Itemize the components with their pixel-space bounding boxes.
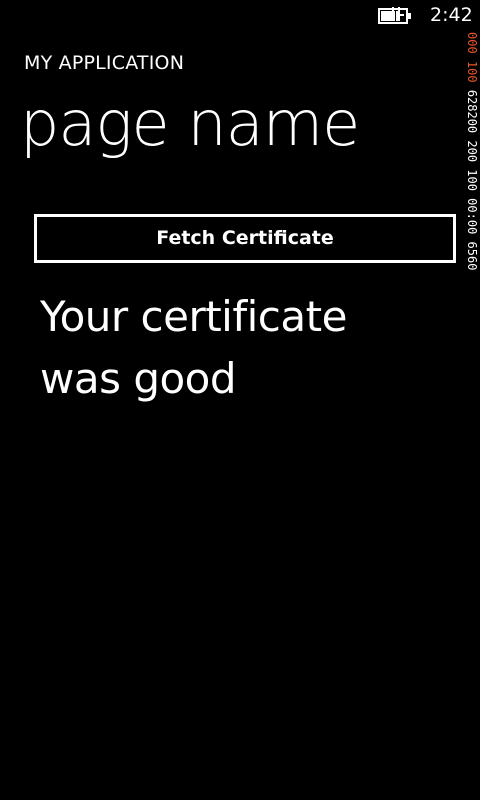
page-title: page name	[20, 87, 360, 160]
status-bar: 2:42	[0, 0, 480, 32]
status-clock: 2:42	[430, 4, 473, 26]
battery-charging-icon	[378, 7, 411, 24]
memory-counter-hot: 000 100	[465, 32, 479, 83]
app-title: MY APPLICATION	[24, 52, 185, 74]
memory-counter-strip: 000 100 628200 200 100 00:00 6560	[464, 32, 480, 392]
memory-counter-values: 628200 200 100 00:00 6560	[465, 89, 479, 271]
memory-counter-text: 000 100 628200 200 100 00:00 6560	[464, 32, 480, 392]
fetch-certificate-button[interactable]: Fetch Certificate	[34, 214, 456, 263]
certificate-result-text: Your certificate was good	[40, 292, 347, 403]
phone-screen: 2:42 000 100 628200 200 100 00:00 6560 M…	[0, 0, 480, 800]
